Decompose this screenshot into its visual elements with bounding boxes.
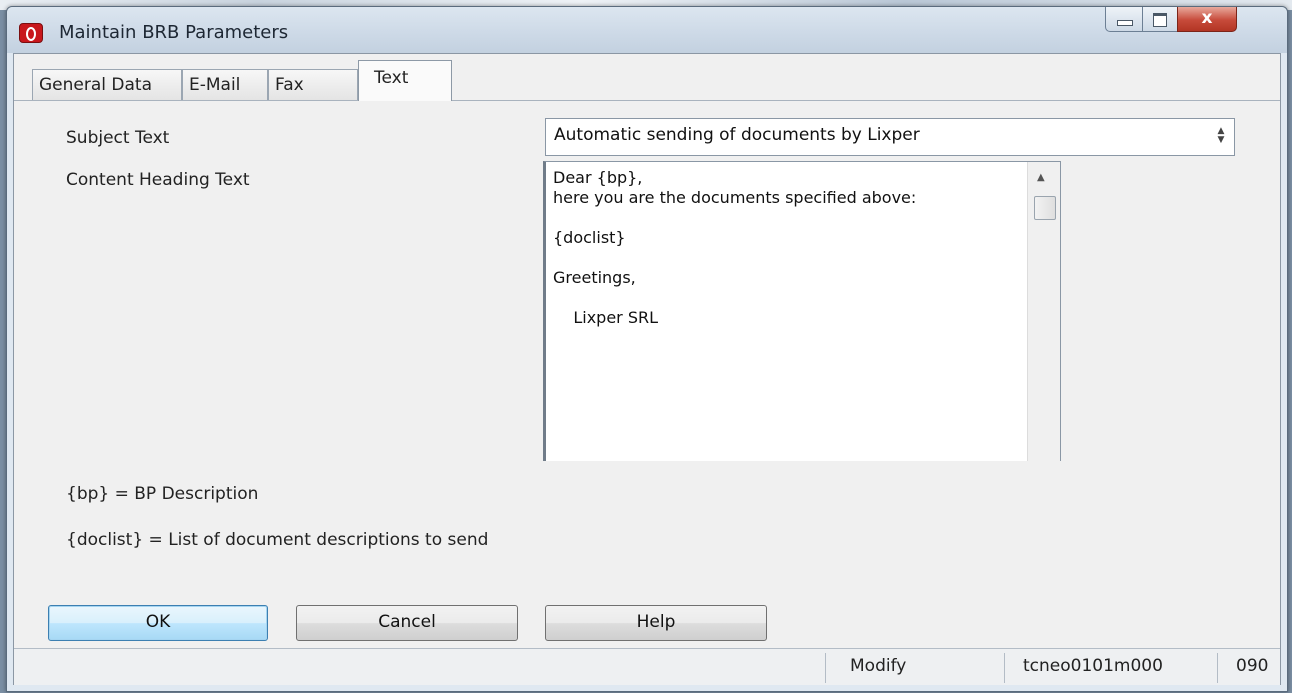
status-bar: Modify tcneo0101m000 090	[14, 648, 1280, 685]
tab-e-mail[interactable]: E-Mail	[182, 69, 268, 100]
bp-legend: {bp} = BP Description	[66, 484, 259, 504]
status-divider	[1004, 653, 1005, 683]
doclist-legend: {doclist} = List of document description…	[66, 530, 489, 550]
content-scrollbar[interactable]: ▲	[1027, 162, 1060, 461]
title-bar[interactable]: Maintain BRB Parameters x	[7, 7, 1287, 53]
maximize-button[interactable]	[1142, 7, 1178, 32]
dialog-body: General Data E-Mail Fax Text Subject Tex…	[13, 53, 1281, 685]
status-session: tcneo0101m000	[1023, 656, 1163, 676]
status-divider	[825, 653, 826, 683]
close-icon: x	[1201, 8, 1213, 28]
tab-text[interactable]: Text	[358, 60, 452, 101]
cancel-button[interactable]: Cancel	[296, 605, 518, 641]
minimize-button[interactable]	[1105, 7, 1143, 32]
close-button[interactable]: x	[1177, 7, 1237, 32]
status-company: 090	[1236, 656, 1269, 676]
subject-text-value: Automatic sending of documents by Lixper	[554, 125, 920, 145]
scroll-thumb[interactable]	[1034, 196, 1056, 220]
window-title: Maintain BRB Parameters	[59, 22, 289, 43]
app-icon[interactable]	[19, 23, 43, 43]
tab-strip: General Data E-Mail Fax Text	[14, 54, 1280, 101]
content-heading-textarea[interactable]: Dear {bp}, here you are the documents sp…	[543, 161, 1061, 461]
maximize-icon	[1153, 13, 1167, 27]
subject-spin-control[interactable]: ▲ ▼	[1214, 127, 1228, 147]
scroll-up-icon[interactable]: ▲	[1037, 172, 1045, 183]
minimize-icon	[1117, 20, 1133, 26]
subject-text-field[interactable]: Automatic sending of documents by Lixper…	[545, 118, 1235, 156]
status-divider	[1217, 653, 1218, 683]
tab-fax[interactable]: Fax	[268, 69, 358, 100]
status-mode: Modify	[850, 656, 907, 676]
tab-general-data[interactable]: General Data	[32, 69, 182, 100]
content-heading-value: Dear {bp}, here you are the documents sp…	[553, 168, 917, 327]
content-heading-label: Content Heading Text	[66, 170, 250, 190]
subject-text-label: Subject Text	[66, 128, 170, 148]
help-button[interactable]: Help	[545, 605, 767, 641]
ok-button[interactable]: OK	[48, 605, 268, 641]
dialog-window: Maintain BRB Parameters x General Data E…	[6, 6, 1288, 692]
